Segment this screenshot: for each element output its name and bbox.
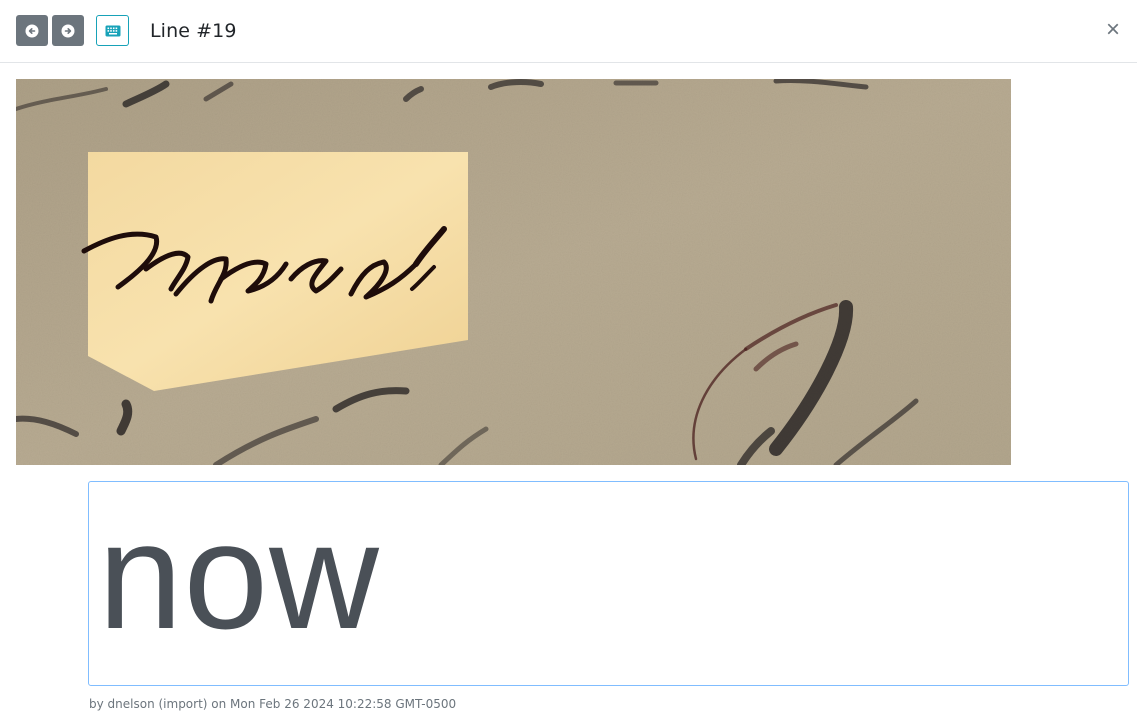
previous-line-button[interactable] (16, 15, 48, 46)
transcription-text: now (98, 491, 380, 661)
arrow-left-circle-icon (25, 24, 39, 37)
next-line-button[interactable] (52, 15, 84, 46)
close-button[interactable]: × (1102, 18, 1124, 42)
modal-header: Line #19 × (0, 0, 1137, 63)
arrow-right-circle-icon (61, 24, 75, 37)
line-image (16, 79, 1011, 465)
revision-info: by dnelson (import) on Mon Feb 26 2024 1… (89, 697, 457, 711)
manuscript-line-image (16, 79, 1011, 465)
keyboard-icon (105, 25, 120, 36)
virtual-keyboard-button[interactable] (96, 15, 129, 46)
transcription-editor[interactable]: now (88, 481, 1129, 686)
modal-title: Line #19 (150, 20, 237, 42)
